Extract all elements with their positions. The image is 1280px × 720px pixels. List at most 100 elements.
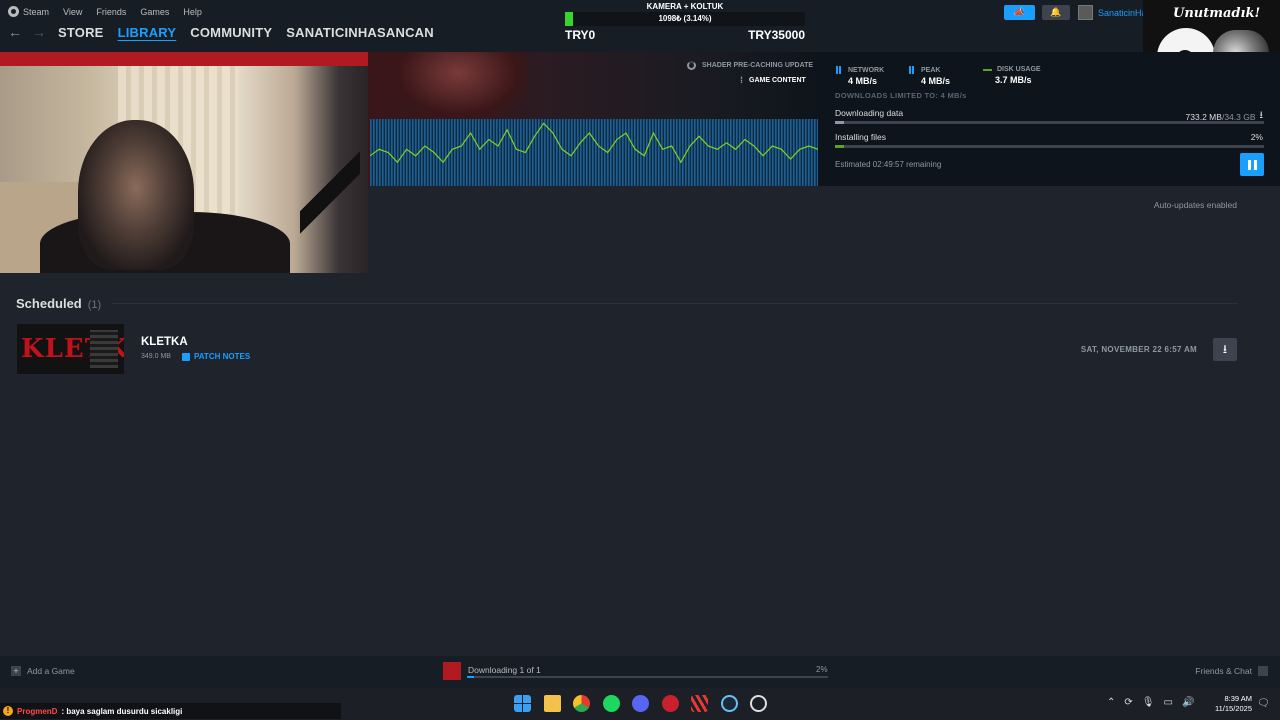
microphone-icon[interactable]: 🎙 (1142, 697, 1155, 708)
stripe-app-icon[interactable] (691, 695, 708, 712)
pause-icon-bar-right (1253, 159, 1257, 170)
menu-steam[interactable]: Steam (8, 6, 49, 17)
graph-column (751, 119, 753, 186)
menu-friends[interactable]: Friends (96, 7, 126, 17)
download-graph (370, 119, 818, 186)
graph-column (703, 119, 705, 186)
file-explorer-icon[interactable] (543, 695, 561, 712)
graph-column (385, 119, 387, 186)
goal-amount: 1098₺ (3.14%) (658, 14, 712, 23)
graph-column (676, 119, 678, 186)
graph-column (535, 119, 537, 186)
patch-notes-link[interactable]: PATCH NOTES (182, 352, 250, 361)
spotify-icon[interactable] (602, 695, 620, 712)
graph-column (805, 119, 807, 186)
graph-column (712, 119, 714, 186)
graph-column (757, 119, 759, 186)
graph-column (598, 119, 600, 186)
nav-community[interactable]: COMMUNITY (190, 25, 272, 40)
steam-dark-taskbar-icon[interactable] (750, 695, 767, 712)
graph-column (787, 119, 789, 186)
friends-chat-button[interactable]: Friends & Chat (1195, 666, 1268, 676)
volume-icon[interactable]: 🔊 (1182, 697, 1194, 708)
patch-notes-label: PATCH NOTES (194, 352, 251, 361)
discord-icon[interactable] (632, 695, 649, 712)
back-arrow-icon[interactable]: ← (8, 24, 22, 40)
pause-button[interactable] (1240, 153, 1264, 176)
graph-column (730, 119, 732, 186)
graph-column (625, 119, 627, 186)
graph-column (520, 119, 522, 186)
notification-center-icon[interactable]: 🗨 (1257, 698, 1270, 709)
graph-column (736, 119, 738, 186)
steam-bottom-bar (0, 656, 1280, 688)
forward-arrow-icon[interactable]: → (32, 24, 46, 40)
graph-column (544, 119, 546, 186)
graph-column (754, 119, 756, 186)
goal-min: TRY0 (565, 28, 596, 42)
menu-help[interactable]: Help (183, 7, 202, 17)
download-game-thumbnail[interactable] (443, 662, 461, 680)
network-icon[interactable]: ▭ (1163, 697, 1172, 708)
graph-column (688, 119, 690, 186)
auto-updates-status[interactable]: Auto-updates enabled (1154, 200, 1237, 210)
graph-column (694, 119, 696, 186)
graph-column (700, 119, 702, 186)
taskbar-clock[interactable]: 8:39 AM 11/15/2025 (1208, 694, 1252, 714)
graph-column (430, 119, 432, 186)
graph-column (814, 119, 816, 186)
install-progress-fill (835, 145, 844, 148)
graph-column (658, 119, 660, 186)
graph-column (772, 119, 774, 186)
game-thumbnail[interactable]: KLETKA (17, 324, 124, 374)
menu-view[interactable]: View (63, 7, 82, 17)
graph-column (808, 119, 810, 186)
game-content-label: ⁞ GAME CONTENT (740, 75, 806, 85)
webcam-person-head (78, 120, 194, 270)
graph-column (670, 119, 672, 186)
chat-icon (1258, 666, 1268, 676)
graph-column (667, 119, 669, 186)
tray-chevron-icon[interactable]: ⌃ (1107, 697, 1115, 708)
start-download-button[interactable]: ⭳ (1213, 338, 1237, 361)
game-name[interactable]: KLETKA (141, 336, 188, 348)
menu-games[interactable]: Games (140, 7, 169, 17)
graph-column (724, 119, 726, 186)
graph-column (442, 119, 444, 186)
steam-taskbar-icon[interactable] (720, 695, 738, 712)
graph-column (793, 119, 795, 186)
nav-library[interactable]: LIBRARY (118, 25, 177, 40)
graph-column (778, 119, 780, 186)
graph-column (763, 119, 765, 186)
graph-column (721, 119, 723, 186)
nav-store[interactable]: STORE (58, 25, 104, 40)
downloaded-value: 733.2 MB (1185, 111, 1222, 122)
red-app-icon[interactable] (661, 695, 679, 712)
nav-profile[interactable]: SANATICINHASANCAN (286, 25, 434, 40)
chrome-icon[interactable] (573, 695, 590, 712)
graph-column (790, 119, 792, 186)
avatar (1078, 5, 1093, 20)
graph-column (502, 119, 504, 186)
patch-notes-icon (182, 352, 190, 361)
graph-column (709, 119, 711, 186)
graph-column (613, 119, 615, 186)
graph-column (382, 119, 384, 186)
graph-column (664, 119, 666, 186)
add-game-button[interactable]: + Add a Game (11, 666, 75, 676)
graph-column (592, 119, 594, 186)
announcements-button[interactable]: 📣 (1004, 5, 1035, 20)
plus-icon: + (11, 666, 21, 676)
sync-icon[interactable]: ⟳ (1124, 697, 1132, 708)
graph-column (550, 119, 552, 186)
graph-column (706, 119, 708, 186)
notifications-button[interactable]: 🔔 (1042, 5, 1070, 20)
network-bars-icon (836, 66, 843, 74)
webcam-mic-stand (300, 112, 360, 273)
graph-column (817, 119, 818, 186)
peak-label: PEAK (921, 66, 941, 74)
graph-column (727, 119, 729, 186)
downloads-status[interactable]: Downloading 1 of 1 (468, 665, 541, 675)
graph-column (493, 119, 495, 186)
windows-start-icon[interactable] (514, 695, 531, 712)
